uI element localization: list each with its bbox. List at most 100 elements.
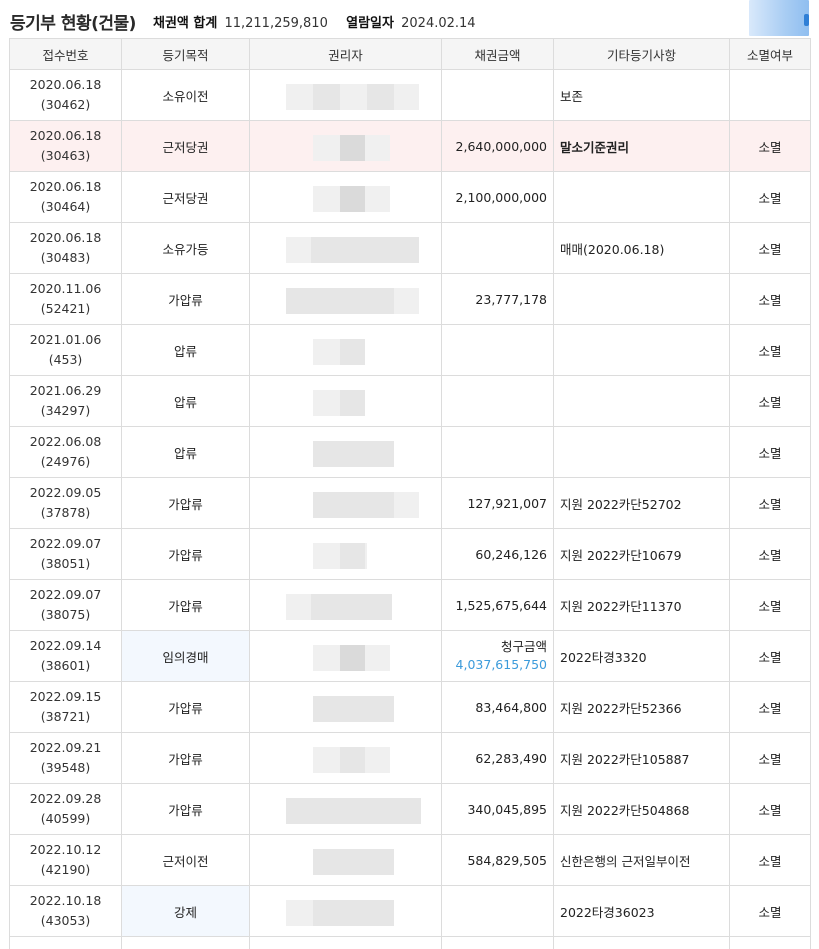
purpose-cell: 가압류	[122, 580, 250, 631]
amount-cell	[442, 70, 554, 121]
receipt-number: (30483)	[16, 248, 115, 268]
claim-label: 청구금액	[448, 638, 547, 656]
receipt-number: (453)	[16, 350, 115, 370]
holder-cell-redacted	[250, 121, 442, 172]
amount-cell: 2,100,000,000	[442, 172, 554, 223]
note-cell: 지원 2022카단52702	[554, 478, 730, 529]
receipt-date: 2020.11.06	[16, 279, 115, 299]
receipt-date: 2022.09.28	[16, 789, 115, 809]
status-cell: 소멸	[730, 580, 811, 631]
col-header-receipt: 접수번호	[10, 39, 122, 70]
holder-cell-redacted	[250, 223, 442, 274]
purpose-cell: 압류	[122, 427, 250, 478]
holder-cell-redacted	[250, 835, 442, 886]
receipt-date: 2022.09.07	[16, 534, 115, 554]
receipt-number: (30463)	[16, 146, 115, 166]
note-cell: 지원 2022카단11370	[554, 580, 730, 631]
note-cell	[554, 325, 730, 376]
purpose-cell: 강제	[122, 886, 250, 937]
receipt-cell: 2022.09.14(38601)	[10, 631, 122, 682]
empty-cell	[442, 937, 554, 949]
holder-cell-redacted	[250, 886, 442, 937]
purpose-cell: 근저당권	[122, 121, 250, 172]
receipt-date: 2022.09.15	[16, 687, 115, 707]
table-row: 2020.11.06(52421)가압류23,777,178소멸	[10, 274, 811, 325]
table-row: 2022.09.14(38601)임의경매청구금액4,037,615,75020…	[10, 631, 811, 682]
amount-cell	[442, 223, 554, 274]
receipt-number: (40599)	[16, 809, 115, 829]
table-row: 2021.06.29(34297)압류소멸	[10, 376, 811, 427]
note-cell: 신한은행의 근저일부이전	[554, 835, 730, 886]
receipt-cell: 2022.09.15(38721)	[10, 682, 122, 733]
receipt-number: (37878)	[16, 503, 115, 523]
holder-cell-redacted	[250, 70, 442, 121]
holder-cell-redacted	[250, 529, 442, 580]
receipt-cell: 2022.06.08(24976)	[10, 427, 122, 478]
amount-cell: 2,640,000,000	[442, 121, 554, 172]
purpose-cell: 가압류	[122, 274, 250, 325]
status-cell: 소멸	[730, 682, 811, 733]
registry-header: 등기부 현황(건물) 채권액 합계 11,211,259,810 열람일자 20…	[0, 0, 819, 38]
table-row: 2020.06.18(30463)근저당권 2,640,000,000말소기준권리…	[10, 121, 811, 172]
receipt-date: 2021.01.06	[16, 330, 115, 350]
receipt-number: (42190)	[16, 860, 115, 880]
amount-cell: 83,464,800	[442, 682, 554, 733]
table-row: 2022.06.08(24976)압류소멸	[10, 427, 811, 478]
table-row: 2020.06.18(30462)소유이전보존	[10, 70, 811, 121]
col-header-holder: 권리자	[250, 39, 442, 70]
receipt-date: 2022.09.05	[16, 483, 115, 503]
receipt-number: (30462)	[16, 95, 115, 115]
receipt-cell: 2022.09.21(39548)	[10, 733, 122, 784]
claim-amount: 4,037,615,750	[448, 656, 547, 674]
receipt-number: (38051)	[16, 554, 115, 574]
receipt-cell: 2020.06.18(30464)	[10, 172, 122, 223]
table-row: 2022.09.05(37878)가압류127,921,007지원 2022카단…	[10, 478, 811, 529]
col-header-purpose: 등기목적	[122, 39, 250, 70]
receipt-cell: 2022.09.07(38075)	[10, 580, 122, 631]
col-header-status: 소멸여부	[730, 39, 811, 70]
status-cell: 소멸	[730, 478, 811, 529]
receipt-cell: 2020.06.18(30463)	[10, 121, 122, 172]
receipt-cell: 2020.06.18(30462)	[10, 70, 122, 121]
receipt-cell: 2020.06.18(30483)	[10, 223, 122, 274]
receipt-date: 2022.06.08	[16, 432, 115, 452]
holder-cell-redacted	[250, 478, 442, 529]
table-header-row: 접수번호 등기목적 권리자 채권금액 기타등기사항 소멸여부	[10, 39, 811, 70]
summary-line: 채권액 합계 11,211,259,810 열람일자 2024.02.14	[153, 12, 476, 31]
purpose-cell: 소유이전	[122, 70, 250, 121]
date-label: 열람일자	[346, 16, 394, 31]
receipt-date: 2021.06.29	[16, 381, 115, 401]
status-cell: 소멸	[730, 325, 811, 376]
receipt-number: (43053)	[16, 911, 115, 931]
holder-cell-redacted	[250, 427, 442, 478]
amount-cell: 62,283,490	[442, 733, 554, 784]
status-cell: 소멸	[730, 784, 811, 835]
col-header-note: 기타등기사항	[554, 39, 730, 70]
amount-cell	[442, 886, 554, 937]
receipt-cell: 2022.10.12(42190)	[10, 835, 122, 886]
note-cell	[554, 376, 730, 427]
holder-cell-redacted	[250, 274, 442, 325]
amount-cell	[442, 427, 554, 478]
receipt-date: 2020.06.18	[16, 228, 115, 248]
note-cell	[554, 172, 730, 223]
note-cell: 말소기준권리	[554, 121, 730, 172]
note-cell: 보존	[554, 70, 730, 121]
receipt-cell: 2022.09.28(40599)	[10, 784, 122, 835]
receipt-date: 2022.10.18	[16, 891, 115, 911]
status-cell: 소멸	[730, 121, 811, 172]
receipt-cell: 2021.06.29(34297)	[10, 376, 122, 427]
holder-cell-redacted	[250, 784, 442, 835]
receipt-number: (38075)	[16, 605, 115, 625]
empty-cell	[730, 937, 811, 949]
corner-icon	[804, 14, 809, 26]
corner-button[interactable]	[749, 0, 809, 36]
receipt-date: 2020.06.18	[16, 75, 115, 95]
sum-value: 11,211,259,810	[224, 16, 327, 31]
amount-cell	[442, 376, 554, 427]
holder-cell-redacted	[250, 631, 442, 682]
status-cell: 소멸	[730, 733, 811, 784]
amount-cell: 23,777,178	[442, 274, 554, 325]
table-row: 2022.10.18(43053)강제2022타경36023소멸	[10, 886, 811, 937]
receipt-date: 2022.09.21	[16, 738, 115, 758]
